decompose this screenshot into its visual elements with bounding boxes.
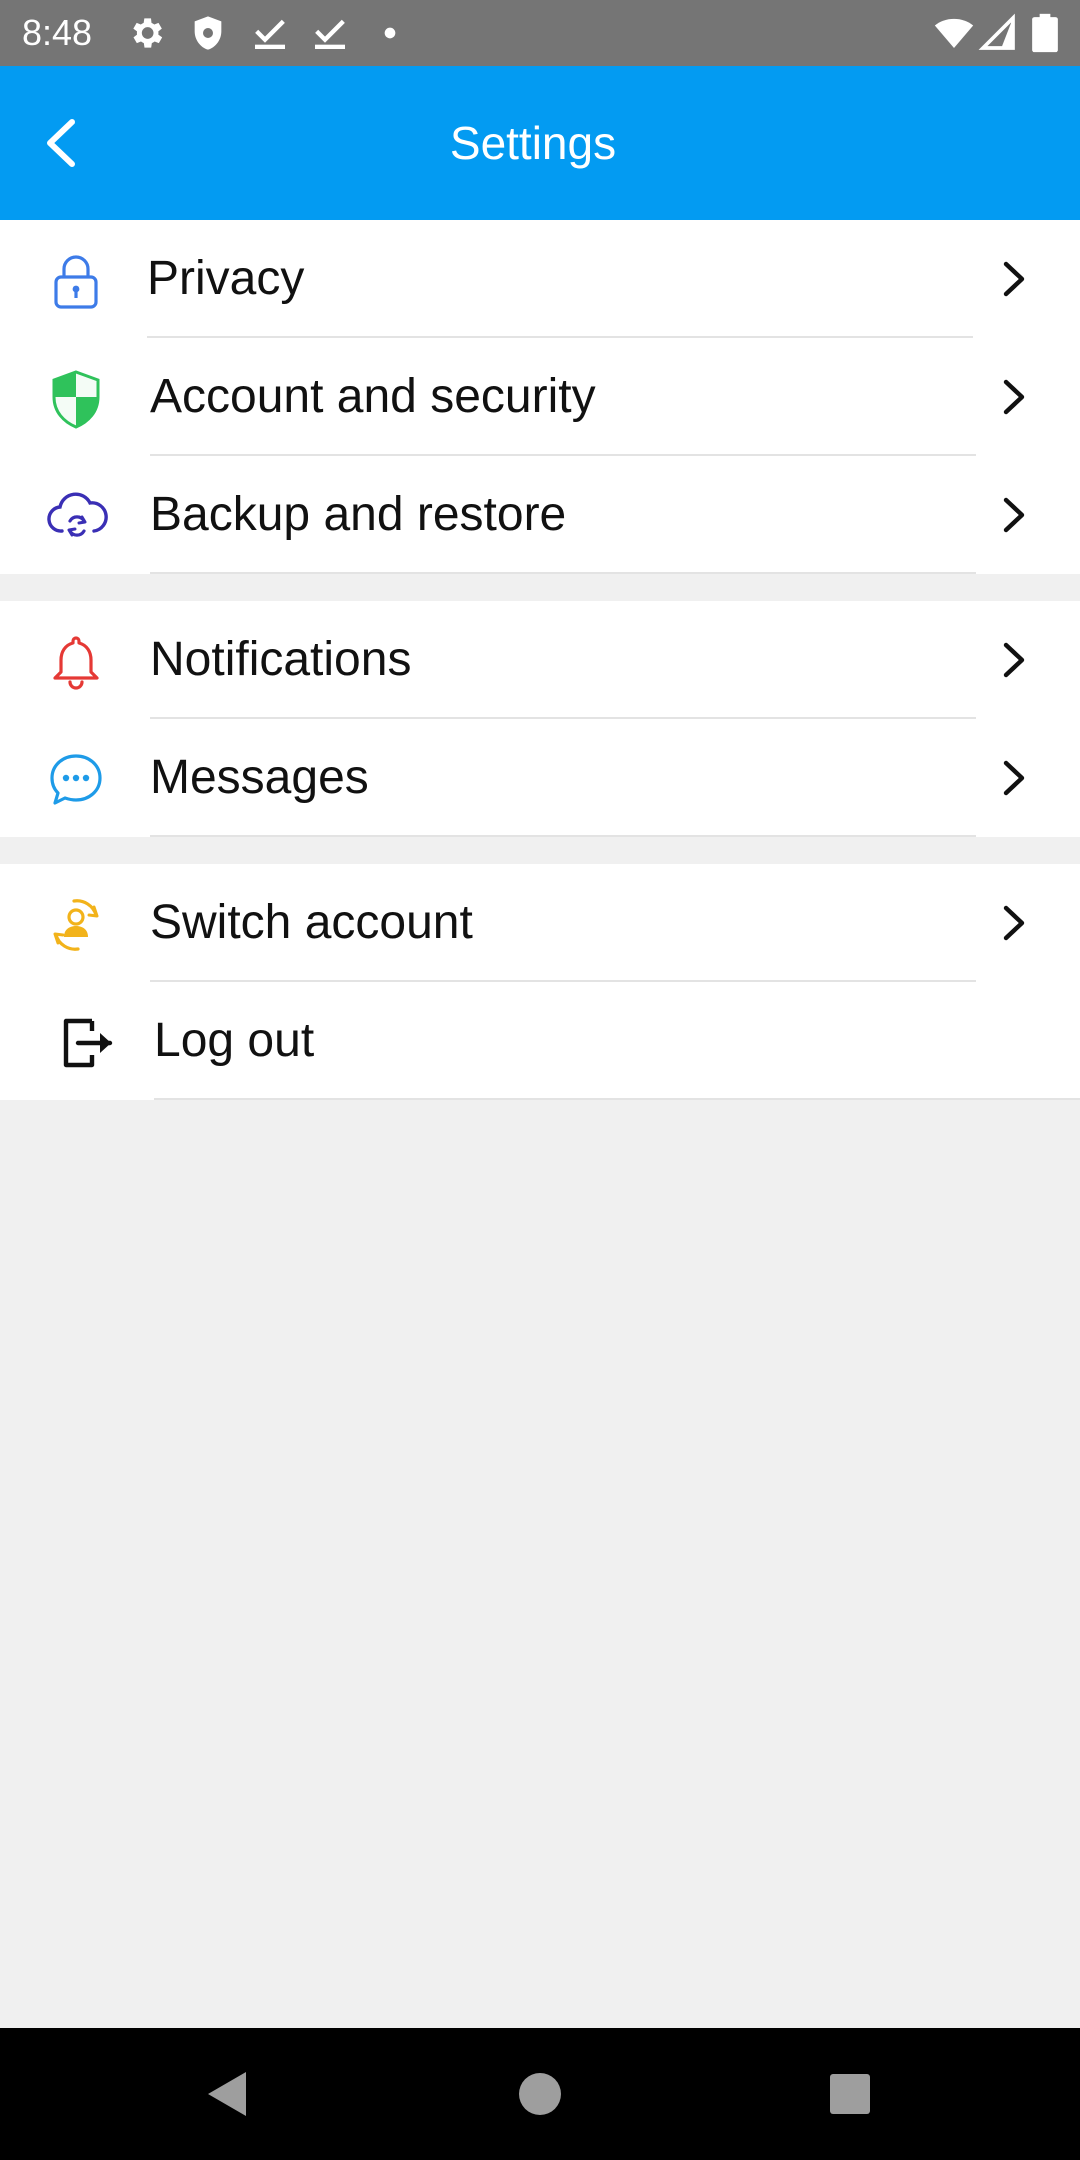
- settings-item-label: Messages: [150, 751, 369, 804]
- chat-bubble-icon: [44, 748, 108, 812]
- nav-recents-button[interactable]: [822, 2066, 878, 2122]
- divider: [150, 572, 976, 574]
- settings-item-label: Privacy: [147, 252, 305, 305]
- bell-icon: [44, 630, 108, 694]
- settings-group-session: Switch account Log out: [0, 864, 1080, 1100]
- logout-icon: [56, 1011, 120, 1075]
- chevron-right-icon: [992, 374, 1036, 420]
- settings-item-notifications[interactable]: Notifications: [0, 601, 1080, 719]
- dot-icon: [370, 13, 410, 53]
- check-icon: [250, 13, 290, 53]
- divider: [154, 1098, 1080, 1100]
- settings-item-label: Log out: [154, 1014, 315, 1067]
- chevron-right-icon: [992, 256, 1036, 302]
- chevron-right-icon: [992, 755, 1036, 801]
- system-nav-bar: [0, 2028, 1080, 2160]
- divider: [150, 835, 976, 837]
- recents-square-icon: [830, 2074, 870, 2114]
- cloud-sync-icon: [44, 485, 108, 549]
- settings-item-messages[interactable]: Messages: [0, 719, 1080, 837]
- chevron-right-icon: [992, 900, 1036, 946]
- settings-item-backup-restore[interactable]: Backup and restore: [0, 456, 1080, 574]
- status-bar: 8:48: [0, 0, 1080, 66]
- page-title: Settings: [449, 117, 617, 169]
- lock-icon: [44, 249, 108, 313]
- chevron-right-icon: [992, 637, 1036, 683]
- settings-item-switch-account[interactable]: Switch account: [0, 864, 1080, 982]
- nav-home-button[interactable]: [512, 2066, 568, 2122]
- battery-icon: [1030, 13, 1060, 53]
- chevron-right-icon: [992, 492, 1036, 538]
- back-triangle-icon: [208, 2072, 246, 2116]
- shield-icon: [44, 367, 108, 431]
- shield-icon: [188, 13, 228, 53]
- settings-item-label: Notifications: [150, 633, 412, 686]
- switch-account-icon: [44, 893, 108, 957]
- gear-icon: [126, 13, 166, 53]
- home-circle-icon: [519, 2073, 561, 2115]
- wifi-icon: [934, 13, 974, 53]
- status-time: 8:48: [22, 12, 93, 53]
- settings-item-log-out[interactable]: Log out: [0, 982, 1080, 1100]
- settings-group-notifications: Notifications Messages: [0, 601, 1080, 837]
- nav-back-button[interactable]: [200, 2066, 256, 2122]
- settings-item-label: Backup and restore: [150, 488, 567, 541]
- settings-item-account-security[interactable]: Account and security: [0, 338, 1080, 456]
- check-icon: [310, 13, 350, 53]
- settings-item-label: Switch account: [150, 896, 473, 949]
- settings-group-account: Privacy Account and security Backup and …: [0, 220, 1080, 574]
- signal-icon: [978, 13, 1018, 53]
- settings-item-privacy[interactable]: Privacy: [0, 220, 1080, 338]
- app-bar: Settings: [0, 66, 1080, 220]
- settings-item-label: Account and security: [150, 370, 596, 423]
